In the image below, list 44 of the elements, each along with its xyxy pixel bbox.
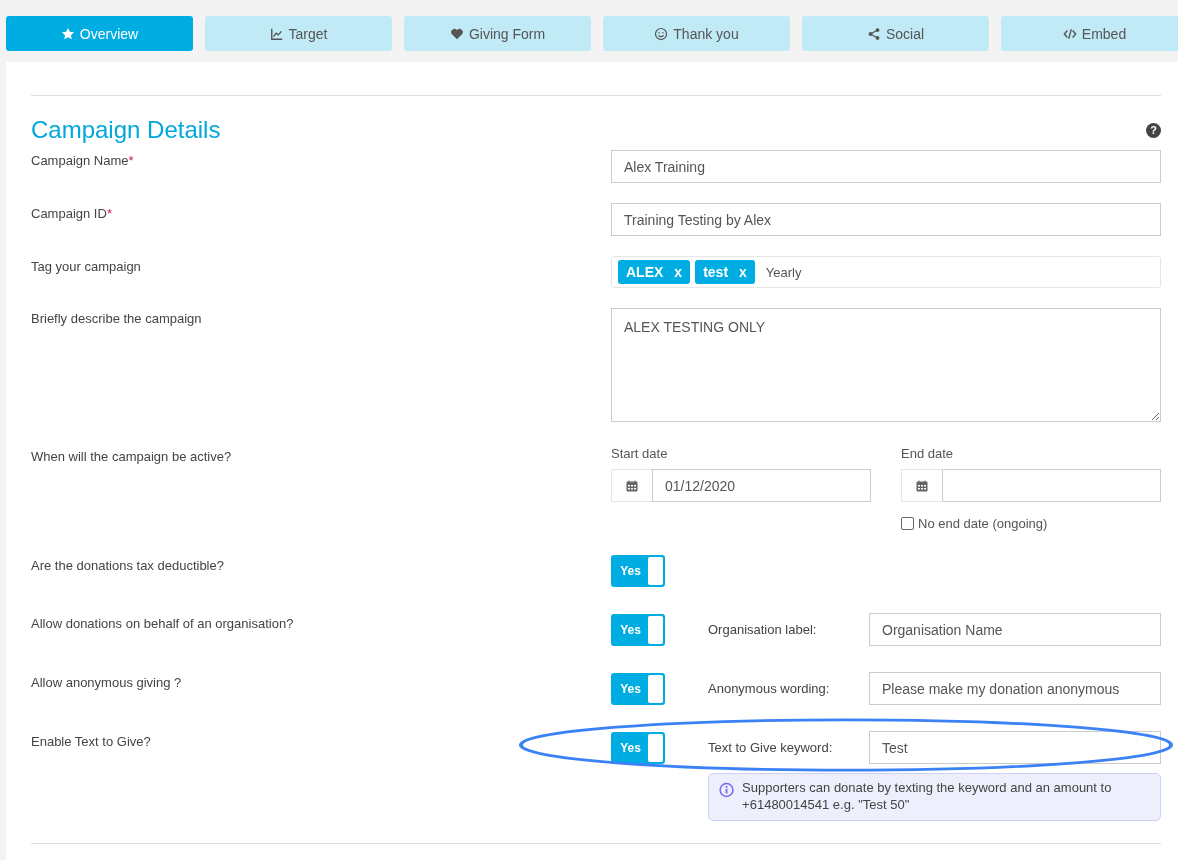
field-label: Tag your campaign [31,258,142,276]
tab[interactable]: Thank you [603,16,790,51]
field-label: Are the donations tax deductible? [31,557,225,575]
text-field[interactable]: Test [869,731,1161,764]
field-label: When will the campaign be active? [31,448,233,466]
checkbox[interactable] [901,517,914,530]
tab[interactable]: Target [205,16,392,51]
start-date-field[interactable]: 01/12/2020 [652,469,871,502]
field-label: Anonymous wording: [708,681,831,696]
text-field[interactable]: Alex Training [611,150,1161,183]
share-icon [866,26,881,41]
section-title: Campaign Details [31,116,221,144]
field-label: Text to Give keyword: [708,740,834,755]
tab[interactable]: Embed [1001,16,1178,51]
tab[interactable]: Social [802,16,989,51]
info-text: Supporters can donate by texting the keyword and an amount to +61480014541 e.g. "Test 50" [742,780,1113,814]
field-label: Campaign ID* [31,205,113,223]
checkbox-label: No end date (ongoing) [918,516,1048,531]
text-field[interactable]: Training Testing by Alex [611,203,1161,236]
calendar-icon [626,479,638,492]
field-label: Campaign Name* [31,152,135,170]
calendar-icon [916,479,928,492]
code-icon [1062,26,1077,41]
tab[interactable]: Giving Form [404,16,591,51]
heart-icon [449,26,464,41]
tag: ALEX x [618,260,691,284]
smiley-icon [654,26,669,41]
field-label: Enable Text to Give? [31,733,152,751]
field-label: Briefly describe the campaign [31,310,203,328]
end-date-field[interactable] [942,469,1161,502]
help-icon[interactable]: ? [1146,122,1161,138]
line-chart-icon [269,26,284,41]
text-field[interactable]: Organisation Name [869,613,1161,646]
field-label: Allow anonymous giving ? [31,674,183,692]
tag-input-text: Yearly [765,264,802,280]
star-icon [60,26,75,41]
field-label: Allow donations on behalf of an organisation? [31,615,295,633]
text-field[interactable]: Please make my donation anonymous [869,672,1161,705]
date-label: End date [901,446,955,461]
info-icon [719,780,735,800]
description-field[interactable]: ALEX TESTING ONLY [611,308,1161,422]
date-label: Start date [611,446,669,461]
field-label: Organisation label: [708,622,818,637]
tag: test x [695,260,755,284]
